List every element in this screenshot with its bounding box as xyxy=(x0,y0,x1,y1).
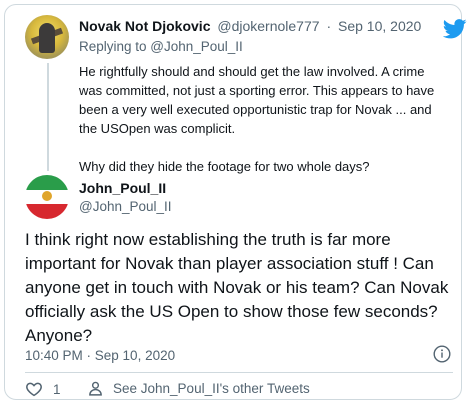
like-button[interactable]: 1 xyxy=(25,380,61,398)
action-divider xyxy=(25,372,453,373)
person-icon xyxy=(89,381,102,396)
flag-stripe-green xyxy=(25,175,69,190)
thread-connector-line xyxy=(47,63,49,171)
avatar-figure xyxy=(39,23,55,53)
parent-paragraph-1: He rightfully should and should get the … xyxy=(79,64,435,136)
parent-display-name[interactable]: Novak Not Djokovic xyxy=(79,18,210,34)
main-avatar[interactable] xyxy=(25,175,69,219)
flag-stripe-red xyxy=(25,204,69,219)
main-handle[interactable]: @John_Poul_II xyxy=(79,199,172,214)
see-other-tweets-label: See John_Poul_II's other Tweets xyxy=(113,381,310,396)
parent-paragraph-2: Why did they hide the footage for two wh… xyxy=(79,159,370,174)
twitter-bird-icon[interactable] xyxy=(443,19,467,39)
see-other-tweets-link[interactable]: See John_Poul_II's other Tweets xyxy=(87,380,310,397)
parent-header: Novak Not Djokovic @djokernole777 · Sep … xyxy=(79,18,421,34)
heart-icon xyxy=(26,382,42,397)
flag-emblem xyxy=(42,191,52,201)
parent-tweet-text: He rightfully should and should get the … xyxy=(79,62,451,195)
parent-date[interactable]: Sep 10, 2020 xyxy=(338,18,421,34)
parent-handle[interactable]: @djokernole777 xyxy=(217,18,319,34)
parent-avatar[interactable] xyxy=(25,15,69,59)
main-display-name[interactable]: John_Poul_II xyxy=(79,180,166,196)
replying-to[interactable]: Replying to @John_Poul_II xyxy=(79,39,243,54)
tweet-embed-card: Novak Not Djokovic @djokernole777 · Sep … xyxy=(4,4,467,400)
meta-separator: · xyxy=(326,18,332,34)
tweet-timestamp[interactable]: 10:40 PM · Sep 10, 2020 xyxy=(25,348,175,363)
info-icon[interactable] xyxy=(433,345,451,363)
like-count: 1 xyxy=(53,381,61,397)
main-tweet-text: I think right now establishing the truth… xyxy=(25,230,449,345)
